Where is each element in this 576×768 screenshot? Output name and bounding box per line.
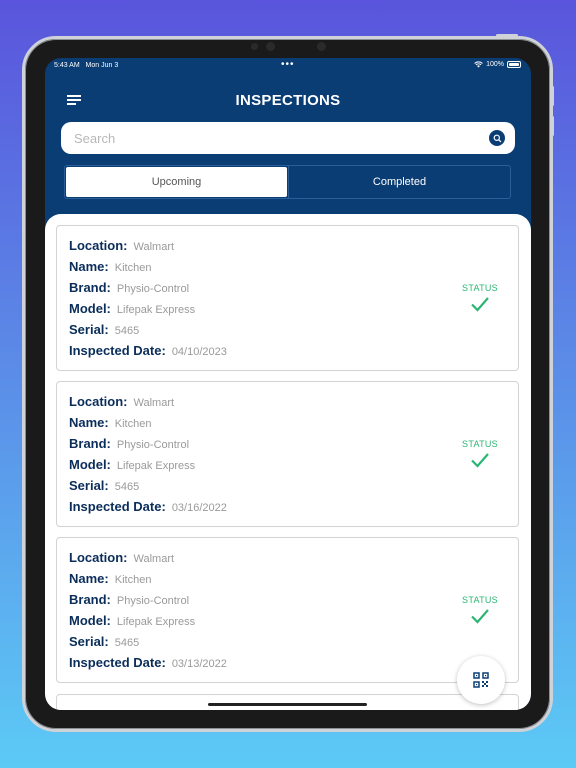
serial-label: Serial:	[69, 634, 109, 649]
location-value: Walmart	[133, 241, 175, 253]
status-indicator: STATUS	[457, 283, 503, 317]
multitasking-dots-icon[interactable]: •••	[281, 59, 295, 70]
status-right: 100%	[474, 61, 521, 68]
power-button	[496, 34, 518, 37]
location-value: Walmart	[133, 553, 175, 565]
inspected-date-label: Inspected Date:	[69, 655, 166, 670]
serial-label: Serial:	[69, 322, 109, 337]
face-sensor	[317, 42, 326, 51]
checkmark-icon	[471, 453, 489, 468]
status-indicator: STATUS	[457, 439, 503, 473]
battery-icon	[507, 61, 521, 68]
wifi-icon	[474, 61, 483, 68]
sensor-dot	[251, 43, 258, 50]
serial-value: 5465	[114, 481, 140, 493]
checkmark-icon	[471, 297, 489, 312]
name-value: Kitchen	[114, 418, 152, 430]
status-indicator: STATUS	[457, 595, 503, 629]
brand-value: Physio-Control	[116, 283, 190, 295]
name-label: Name:	[69, 259, 109, 274]
brand-value: Physio-Control	[116, 595, 190, 607]
model-value: Lifepak Express	[116, 460, 196, 472]
name-value: Kitchen	[114, 262, 152, 274]
front-camera	[266, 42, 275, 51]
status-bar: 5:43 AM Mon Jun 3 ••• 100%	[45, 58, 531, 74]
battery-percent: 100%	[486, 61, 504, 68]
model-label: Model:	[69, 301, 111, 316]
status-label: STATUS	[462, 595, 498, 605]
inspection-card[interactable]: Location: Walmart Name: Kitchen Brand: Phys…	[56, 225, 519, 371]
status-label: STATUS	[462, 283, 498, 293]
tab-completed[interactable]: Completed	[288, 166, 510, 198]
time-text: 5:43 AM	[54, 62, 80, 69]
inspection-card[interactable]: Location: Walmart Name: Kitchen Brand: Phys…	[56, 537, 519, 683]
location-label: Location:	[69, 238, 128, 253]
location-label: Location:	[69, 550, 128, 565]
page-title: INSPECTIONS	[235, 92, 341, 109]
app-screen: 5:43 AM Mon Jun 3 ••• 100% INSPECTIONS S…	[45, 58, 531, 710]
serial-value: 5465	[114, 637, 140, 649]
search-bar	[61, 122, 515, 154]
tab-upcoming[interactable]: Upcoming	[66, 167, 287, 197]
inspection-list: Location: Walmart Name: Kitchen Brand: Phys…	[45, 214, 531, 710]
search-icon[interactable]	[489, 130, 505, 146]
brand-value: Physio-Control	[116, 439, 190, 451]
serial-label: Serial:	[69, 478, 109, 493]
home-indicator[interactable]	[208, 703, 367, 706]
inspected-date-label: Inspected Date:	[69, 499, 166, 514]
search-input[interactable]	[74, 130, 474, 146]
model-value: Lifepak Express	[116, 304, 196, 316]
inspected-date-value: 03/13/2022	[171, 658, 227, 670]
segmented-tabs: Upcoming Completed	[64, 165, 511, 199]
inspected-date-value: 03/16/2022	[171, 502, 227, 514]
name-label: Name:	[69, 571, 109, 586]
brand-label: Brand:	[69, 280, 111, 295]
volume-up-button	[551, 86, 554, 106]
model-value: Lifepak Express	[116, 616, 196, 628]
name-label: Name:	[69, 415, 109, 430]
status-time: 5:43 AM Mon Jun 3	[54, 62, 118, 69]
qr-code-icon	[473, 672, 489, 688]
inspection-card[interactable]: Location: Walmart Name: Kitchen Brand: Phys…	[56, 381, 519, 527]
brand-label: Brand:	[69, 592, 111, 607]
name-value: Kitchen	[114, 574, 152, 586]
brand-label: Brand:	[69, 436, 111, 451]
inspected-date-value: 04/10/2023	[171, 346, 227, 358]
location-label: Location:	[69, 394, 128, 409]
checkmark-icon	[471, 609, 489, 624]
model-label: Model:	[69, 457, 111, 472]
date-text: Mon Jun 3	[85, 62, 119, 69]
status-label: STATUS	[462, 439, 498, 449]
model-label: Model:	[69, 613, 111, 628]
serial-value: 5465	[114, 325, 140, 337]
inspected-date-label: Inspected Date:	[69, 343, 166, 358]
inspection-card-partial[interactable]	[56, 694, 519, 710]
location-value: Walmart	[133, 397, 175, 409]
volume-down-button	[551, 116, 554, 136]
qr-scan-button[interactable]	[457, 656, 505, 704]
